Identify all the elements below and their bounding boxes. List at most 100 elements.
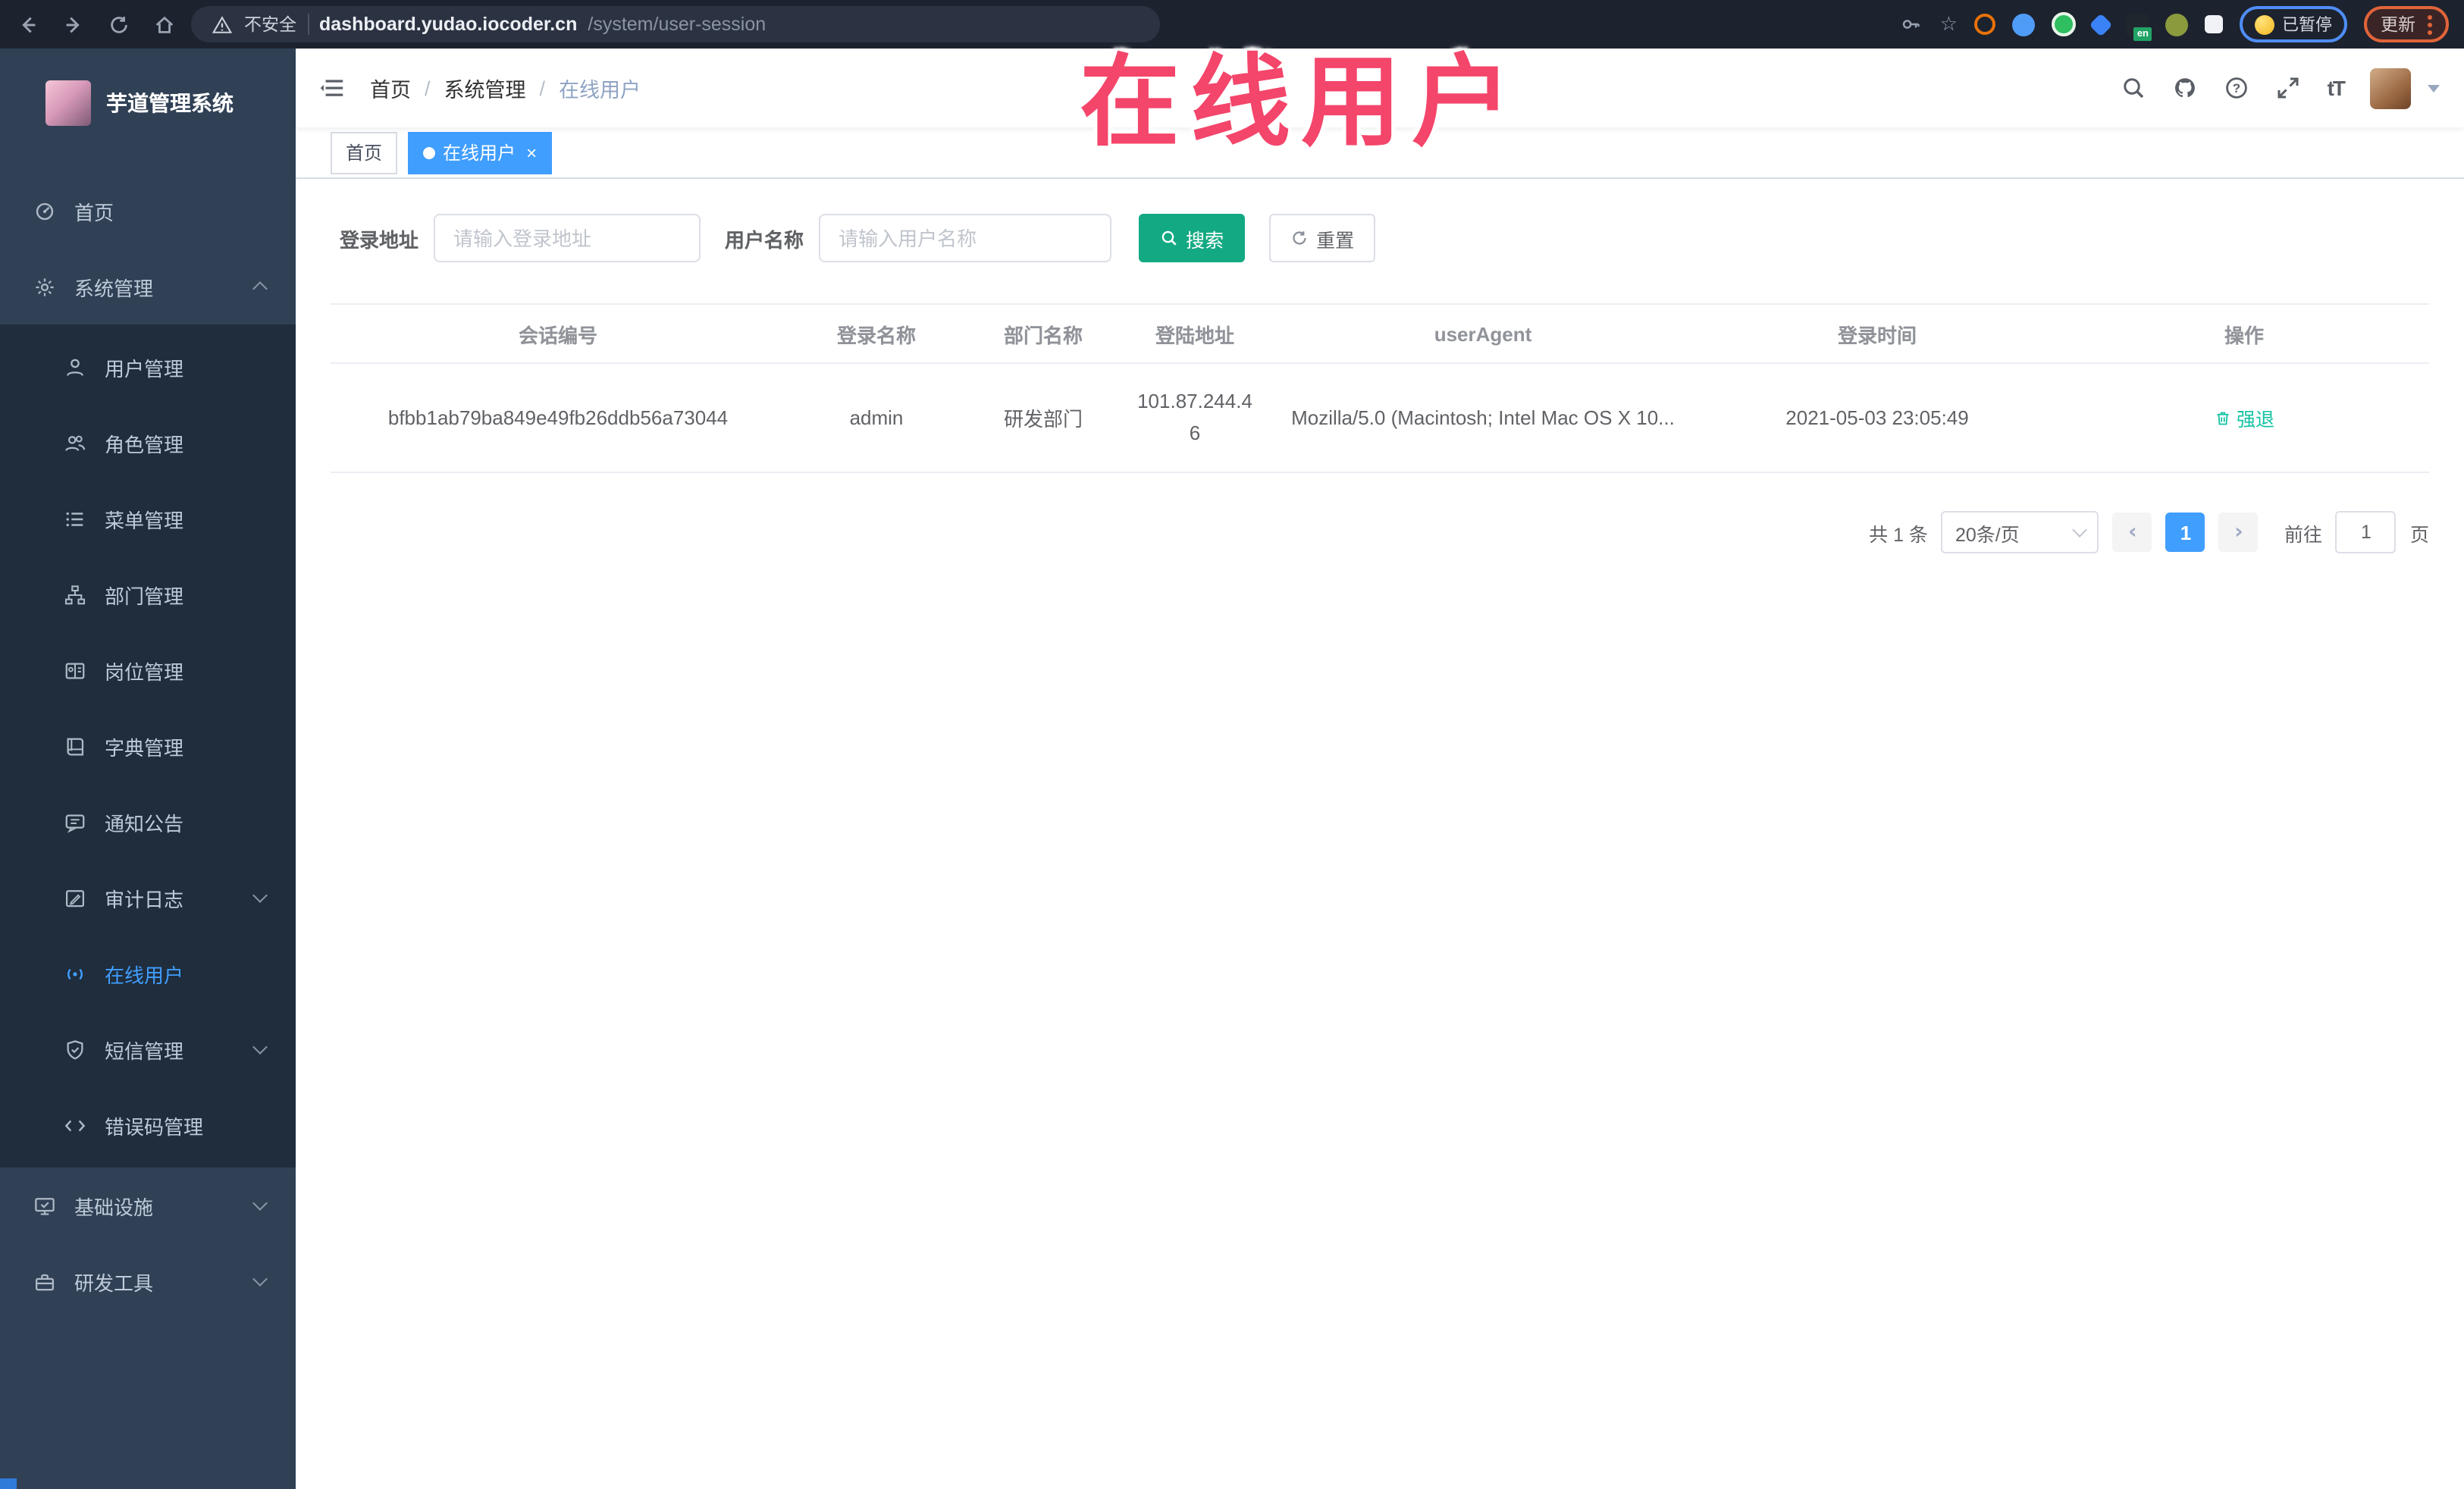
brand: 芋道管理系统 — [0, 49, 296, 136]
extension-green-icon[interactable] — [2052, 12, 2076, 36]
cell-login-time: 2021-05-03 23:05:49 — [1695, 363, 2059, 473]
current-page[interactable]: 1 — [2165, 513, 2205, 552]
reload-icon[interactable] — [106, 12, 130, 36]
dashboard-icon — [36, 202, 54, 220]
browser-toolbar-right: ☆ en 已暂停 更新 — [1899, 6, 2449, 42]
gear-icon — [36, 277, 54, 296]
key-icon[interactable] — [1899, 12, 1923, 36]
extensions-puzzle-icon[interactable] — [2205, 15, 2223, 33]
sidebar-item-label: 审计日志 — [105, 888, 184, 911]
hamburger-icon[interactable] — [320, 75, 346, 101]
home-icon[interactable] — [152, 12, 176, 36]
login-address-input[interactable] — [434, 214, 701, 262]
sidebar-item-menu-mgmt[interactable]: 菜单管理 — [0, 481, 296, 556]
page-size-select[interactable]: 20条/页 — [1941, 511, 2099, 553]
goto-page-input[interactable] — [2335, 511, 2397, 553]
sidebar-item-devtools[interactable]: 研发工具 — [0, 1243, 296, 1319]
back-icon[interactable] — [15, 12, 39, 36]
sidebar-item-label: 岗位管理 — [105, 660, 184, 683]
sidebar-item-label: 系统管理 — [74, 277, 154, 299]
prev-page-button[interactable]: ‹ — [2112, 513, 2152, 552]
forward-icon[interactable] — [61, 12, 85, 36]
omnibox-divider — [307, 14, 309, 35]
sidebar-item-dict-mgmt[interactable]: 字典管理 — [0, 708, 296, 784]
url-host[interactable]: dashboard.yudao.iocoder.cn — [319, 14, 577, 35]
list-icon — [66, 511, 83, 526]
cell-actions: 强退 — [2059, 363, 2429, 473]
sidebar-item-label: 菜单管理 — [105, 509, 184, 531]
col-username: 登录名称 — [785, 303, 967, 364]
url-path[interactable]: /system/user-session — [588, 14, 766, 35]
sidebar-item-label: 角色管理 — [105, 433, 184, 456]
pagination: 共 1 条 20条/页 ‹ 1 › 前往 页 — [331, 511, 2429, 553]
search-icon[interactable] — [2121, 75, 2147, 101]
main-area: 首页 / 系统管理 / 在线用户 ? tT 首页 在线用户 × 登录地址 请输入… — [296, 49, 2464, 1489]
security-label[interactable]: 不安全 — [244, 12, 296, 36]
col-actions: 操作 — [2059, 303, 2429, 364]
corner-artifact — [0, 1478, 17, 1489]
user-avatar[interactable] — [2370, 67, 2411, 108]
page-unit-label: 页 — [2409, 524, 2429, 545]
sidebar: 芋道管理系统 首页 系统管理 用户管理 角色管理 菜单管理 部门管理 岗位管理 … — [0, 49, 296, 1489]
sidebar-item-user-mgmt[interactable]: 用户管理 — [0, 329, 296, 405]
sidebar-item-label: 通知公告 — [105, 812, 184, 835]
search-icon — [1161, 230, 1177, 246]
extension-translate-icon[interactable]: en — [2126, 13, 2152, 40]
sidebar-item-notice[interactable]: 通知公告 — [0, 784, 296, 860]
fullscreen-icon[interactable] — [2276, 75, 2302, 101]
font-size-icon[interactable]: tT — [2328, 76, 2346, 100]
sidebar-item-online-users[interactable]: 在线用户 — [0, 936, 296, 1011]
table-row: bfbb1ab79ba849e49fb26ddb56a73044 admin 研… — [331, 363, 2429, 473]
monitor-check-icon — [35, 1197, 55, 1215]
tab-online-users[interactable]: 在线用户 × — [408, 131, 553, 174]
chevron-down-icon — [252, 888, 268, 903]
warning-icon — [209, 12, 234, 36]
extension-diamond-icon[interactable] — [2089, 12, 2113, 36]
extension-blue-icon[interactable] — [2012, 13, 2035, 36]
sidebar-item-home[interactable]: 首页 — [0, 173, 296, 249]
sidebar-item-audit-log[interactable]: 审计日志 — [0, 860, 296, 936]
username-label: 用户名称 — [725, 228, 804, 251]
toolbox-icon — [36, 1273, 55, 1290]
breadcrumb-system[interactable]: 系统管理 — [444, 73, 526, 103]
svg-text:?: ? — [2233, 81, 2240, 96]
screen: 不安全 dashboard.yudao.iocoder.cn/system/us… — [0, 0, 2464, 1489]
sidebar-item-error-code[interactable]: 错误码管理 — [0, 1087, 296, 1163]
reset-button[interactable]: 重置 — [1269, 214, 1376, 262]
goto-label: 前往 — [2284, 524, 2322, 545]
help-icon[interactable]: ? — [2224, 75, 2250, 101]
chevron-up-icon — [252, 281, 268, 296]
overlay-title: 在线用户 — [1080, 45, 1522, 158]
chevron-down-icon — [252, 1196, 268, 1211]
code-icon — [64, 1119, 86, 1131]
cell-username: admin — [785, 363, 967, 473]
sidebar-item-post-mgmt[interactable]: 岗位管理 — [0, 632, 296, 708]
chrome-menu-icon[interactable] — [2428, 14, 2432, 34]
force-logout-button[interactable]: 强退 — [2214, 403, 2274, 432]
extension-orange-icon[interactable] — [1974, 14, 1995, 35]
search-button[interactable]: 搜索 — [1139, 214, 1246, 262]
extension-olive-icon[interactable] — [2165, 13, 2188, 36]
sidebar-item-role-mgmt[interactable]: 角色管理 — [0, 405, 296, 481]
breadcrumb-home[interactable]: 首页 — [370, 73, 411, 103]
caret-down-icon[interactable] — [2428, 84, 2440, 92]
sidebar-item-infrastructure[interactable]: 基础设施 — [0, 1168, 296, 1243]
github-icon[interactable] — [2173, 75, 2199, 101]
next-page-button[interactable]: › — [2218, 513, 2259, 552]
book-icon — [67, 737, 84, 755]
close-icon[interactable]: × — [526, 143, 537, 161]
bookmark-star-icon[interactable]: ☆ — [1940, 13, 1958, 36]
tab-home[interactable]: 首页 — [331, 131, 398, 174]
chrome-update-button[interactable]: 更新 — [2364, 6, 2449, 42]
browser-nav-buttons — [15, 12, 176, 36]
sidebar-item-system[interactable]: 系统管理 — [0, 249, 296, 324]
tab-label: 在线用户 — [443, 143, 516, 164]
address-bar[interactable]: 不安全 dashboard.yudao.iocoder.cn/system/us… — [191, 6, 1160, 42]
profile-paused-badge[interactable]: 已暂停 — [2240, 6, 2347, 42]
chevron-down-icon — [2073, 522, 2088, 538]
brand-logo — [45, 80, 91, 126]
id-card-icon — [65, 662, 85, 679]
username-input[interactable] — [819, 214, 1112, 262]
sidebar-item-sms-mgmt[interactable]: 短信管理 — [0, 1011, 296, 1087]
sidebar-item-dept-mgmt[interactable]: 部门管理 — [0, 556, 296, 632]
